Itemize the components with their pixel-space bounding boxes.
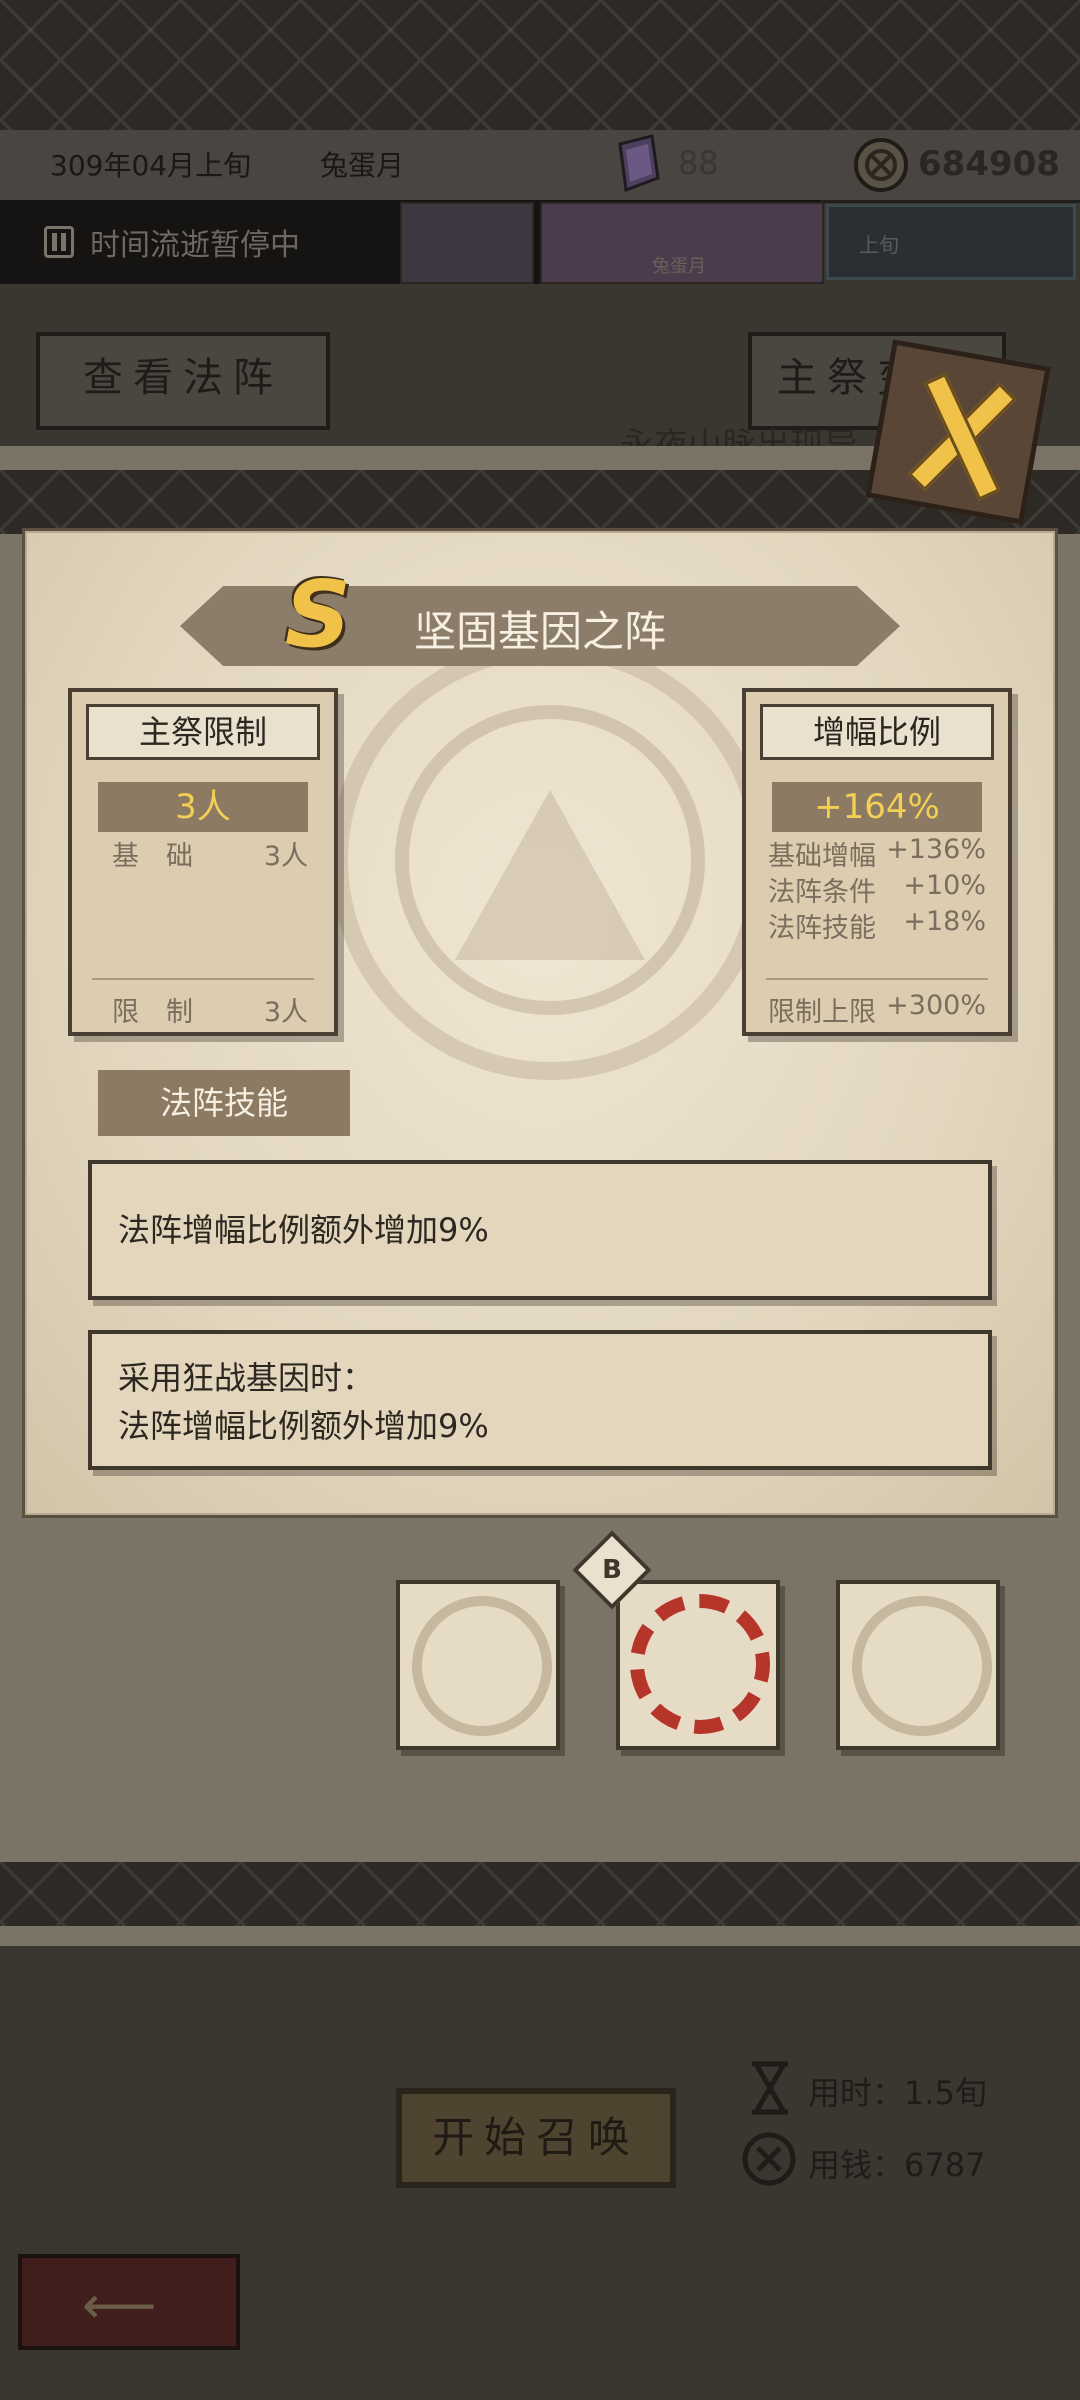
back-button[interactable]: ⟵ — [18, 2254, 240, 2350]
coin-icon — [740, 2130, 798, 2188]
start-summon-button[interactable]: 开始召唤 — [396, 2088, 676, 2188]
month-name: 兔蛋月 — [320, 149, 405, 182]
amplify-ratio-total: +164% — [772, 782, 982, 832]
crystal-icon — [612, 134, 664, 194]
cap-label: 限制上限 — [768, 997, 876, 1028]
divider — [92, 978, 314, 980]
timeline-tabs[interactable]: 上旬 — [826, 204, 1076, 280]
top-decor-band — [0, 0, 1080, 130]
game-date: 309年04月上旬 — [50, 149, 252, 182]
array-thumb-icon — [852, 1596, 992, 1736]
view-array-button[interactable]: 查看法阵 — [36, 332, 330, 430]
array-skill-tag: 法阵技能 — [98, 1070, 350, 1136]
skill-text: 法阵增幅比例额外增加9% — [118, 1211, 489, 1249]
close-button[interactable] — [865, 339, 1051, 525]
base-value: 3人 — [263, 841, 308, 872]
gem-count: 88 — [678, 144, 719, 182]
limit-label: 限 制 — [112, 997, 193, 1028]
skill-text: 采用狂战基因时： — [118, 1359, 375, 1397]
pause-icon — [44, 226, 74, 258]
coin-count: 684908 — [918, 144, 1060, 184]
array-thumb-icon — [412, 1596, 552, 1736]
rank-badge: S — [284, 561, 352, 668]
pause-label: 时间流逝暂停中 — [90, 228, 300, 263]
base-label: 基 础 — [112, 841, 193, 872]
skill-text: 法阵增幅比例额外增加9% — [118, 1407, 489, 1445]
array-slot[interactable] — [396, 1580, 560, 1750]
skill-bonus-label: 法阵技能 — [768, 913, 876, 944]
coin-icon — [852, 136, 910, 194]
selection-ring-icon — [630, 1594, 770, 1734]
amplify-ratio-header: 增幅比例 — [760, 704, 994, 760]
slot-grade-label: B — [602, 1555, 622, 1585]
ritual-limit-header: 主祭限制 — [86, 704, 320, 760]
timeline-event-thumb: 兔蛋月 — [540, 202, 824, 284]
skill-card: 法阵增幅比例额外增加9% — [88, 1160, 992, 1300]
money-cost: 用钱：6787 — [808, 2146, 986, 2184]
divider — [766, 978, 988, 980]
cap-value: +300% — [886, 990, 986, 1021]
base-amplify-label: 基础增幅 — [768, 841, 876, 872]
array-slot-selected[interactable] — [616, 1580, 780, 1750]
amplify-ratio-box: 增幅比例 +164% 基础增幅 +136% 法阵条件 +10% 法阵技能 +18… — [742, 688, 1012, 1036]
dialog-bottom-border — [0, 1862, 1080, 1926]
ritual-limit-box: 主祭限制 3人 基 础 3人 限 制 3人 — [68, 688, 338, 1036]
time-cost: 用时：1.5旬 — [808, 2074, 987, 2112]
event-label: 兔蛋月 — [652, 256, 706, 277]
condition-label: 法阵条件 — [768, 877, 876, 908]
base-amplify-value: +136% — [886, 834, 986, 865]
tab-early[interactable]: 上旬 — [859, 229, 899, 258]
skill-bonus-value: +18% — [903, 906, 986, 937]
back-arrow-icon: ⟵ — [82, 2276, 157, 2336]
array-slot[interactable] — [836, 1580, 1000, 1750]
ritual-limit-value: 3人 — [98, 782, 308, 832]
hourglass-icon — [746, 2060, 794, 2116]
magic-triangle — [455, 790, 645, 960]
condition-value: +10% — [903, 870, 986, 901]
limit-value: 3人 — [263, 997, 308, 1028]
resource-bar: 309年04月上旬 兔蛋月 88 684908 — [0, 130, 1080, 203]
timeline-thumb-1 — [400, 202, 534, 284]
skill-card: 采用狂战基因时： 法阵增幅比例额外增加9% — [88, 1330, 992, 1470]
